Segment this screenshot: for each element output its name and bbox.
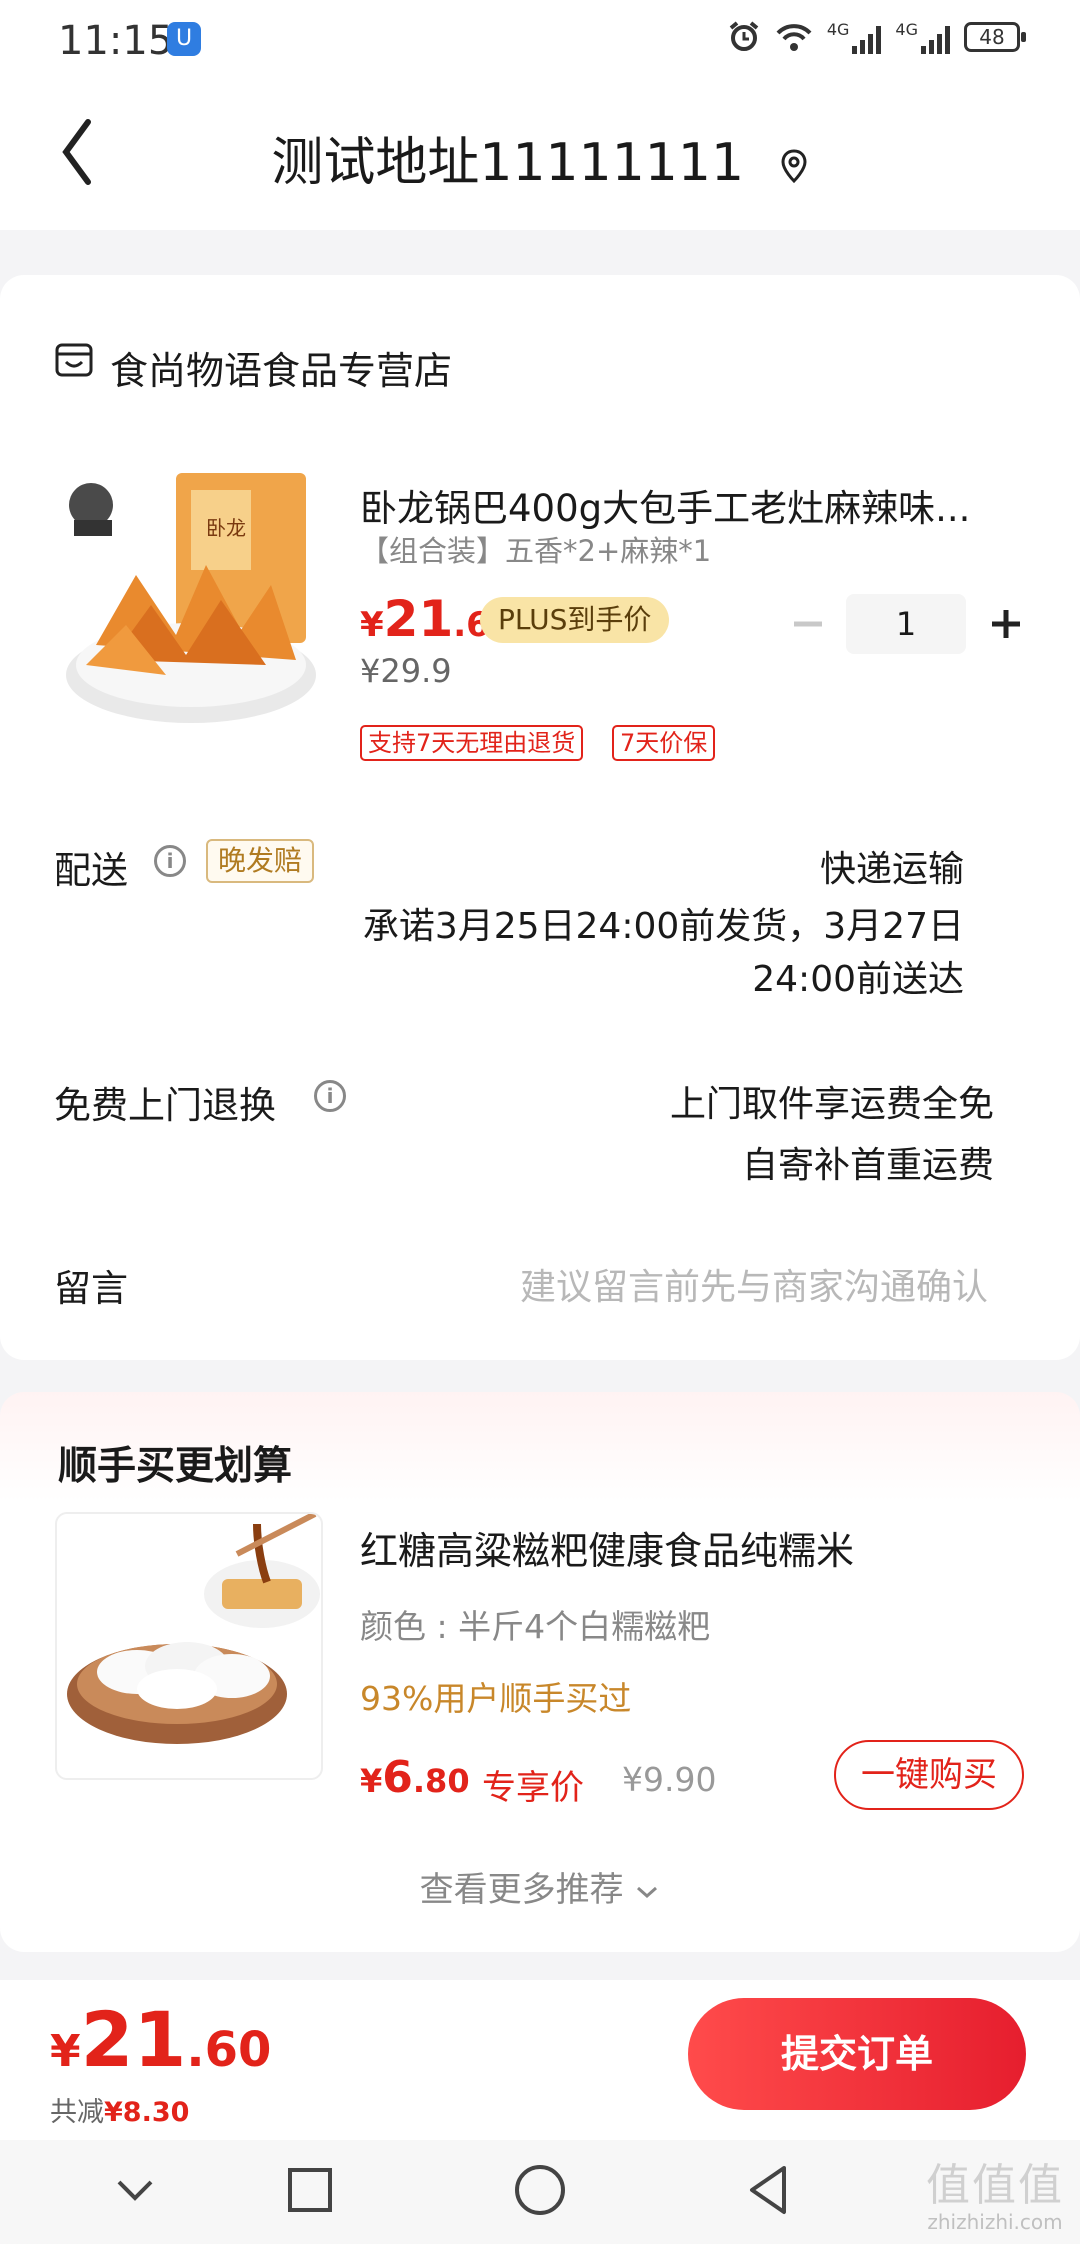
order-card xyxy=(0,275,1080,1360)
product-title[interactable]: 卧龙锅巴400g大包手工老灶麻辣味... xyxy=(360,478,970,532)
status-icons: 4G 4G 48 xyxy=(727,20,1026,54)
recommend-item-spec[interactable]: 颜色 : 半斤4个白糯糍粑 xyxy=(360,1600,710,1648)
recommend-section-title: 顺手买更划算 xyxy=(58,1444,293,1489)
signal-icon-2: 4G xyxy=(895,20,950,54)
total-discount[interactable]: 共减¥8.30 xyxy=(50,2090,189,2129)
delivery-method[interactable]: 快递运输 xyxy=(820,840,964,892)
exclusive-price-label: 专享价 xyxy=(482,1768,584,1808)
nav-hide-button[interactable] xyxy=(105,2160,165,2220)
product-image[interactable]: 卧龙 xyxy=(56,465,326,745)
watermark-site: zhizhizhi.com xyxy=(927,2210,1063,2234)
recommend-item-image[interactable] xyxy=(55,1512,323,1780)
watermark: 值值值 zhizhizhi.com xyxy=(920,2160,1070,2235)
address-header[interactable]: 测试地址11111111 xyxy=(0,120,1080,195)
delivery-promise-line2: 24:00前送达 xyxy=(752,959,964,1000)
plus-price-tag: PLUS到手价 xyxy=(480,597,670,643)
recommend-original-price: ¥9.90 xyxy=(622,1760,717,1799)
nav-home-button[interactable] xyxy=(510,2160,570,2220)
nav-back-button[interactable] xyxy=(740,2160,800,2220)
late-ship-compensation-tag: 晚发赔 xyxy=(206,839,315,883)
alarm-icon xyxy=(729,21,759,51)
product-spec[interactable]: 【组合装】五香*2+麻辣*1 xyxy=(360,528,711,570)
delivery-promise-line1: 承诺3月25日24:00前发货，3月27日 xyxy=(362,906,964,947)
free-return-line1: 上门取件享运费全免 xyxy=(669,1084,994,1125)
watermark-logo: 值值值 xyxy=(926,2160,1064,2211)
more-recommendations-link[interactable]: 查看更多推荐 xyxy=(0,1862,1080,1911)
quantity-field[interactable]: 1 xyxy=(846,594,966,654)
decrease-quantity-button[interactable] xyxy=(790,604,826,644)
delivery-info-icon[interactable]: i xyxy=(154,845,186,877)
remark-input[interactable]: 建议留言前先与商家沟通确认 xyxy=(520,1258,988,1310)
free-return-info-icon[interactable]: i xyxy=(314,1080,346,1112)
battery-icon: 48 xyxy=(964,22,1026,52)
free-return-line2: 自寄补首重运费 xyxy=(741,1145,994,1186)
product-price: ¥21.6 xyxy=(360,590,490,648)
recommend-price: ¥6.80 xyxy=(360,1752,470,1803)
chevron-down-icon xyxy=(637,1886,658,1898)
remark-label: 留言 xyxy=(54,1267,128,1310)
price-protect-tag: 7天价保 xyxy=(612,725,716,761)
return-policy-tag: 支持7天无理由退货 xyxy=(360,725,584,761)
submit-order-button[interactable]: 提交订单 xyxy=(688,1998,1026,2110)
store-name[interactable]: 食尚物语食品专营店 xyxy=(110,340,452,395)
product-original-price: ¥29.9 xyxy=(360,652,452,690)
location-pin-icon xyxy=(781,149,807,184)
svg-text:卧龙: 卧龙 xyxy=(206,516,246,540)
status-time: 11:15 xyxy=(58,18,174,64)
address-text: 测试地址11111111 xyxy=(271,133,745,193)
more-recommendations-label: 查看更多推荐 xyxy=(419,1870,624,1910)
recommend-buyers-rate: 93%用户顺手买过 xyxy=(360,1679,632,1718)
increase-quantity-button[interactable] xyxy=(988,604,1024,644)
delivery-label: 配送 xyxy=(54,849,128,892)
free-return-label: 免费上门退换 xyxy=(54,1084,276,1127)
wifi-icon xyxy=(776,24,812,51)
store-icon xyxy=(55,343,93,377)
app-notification-icon: U xyxy=(167,22,201,56)
signal-icon-1: 4G xyxy=(827,20,882,54)
one-click-buy-button[interactable]: 一键购买 xyxy=(834,1740,1024,1810)
total-price: ¥21.60 xyxy=(50,1995,272,2084)
nav-recents-button[interactable] xyxy=(280,2160,340,2220)
recommend-item-title[interactable]: 红糖高粱糍粑健康食品纯糯米 xyxy=(360,1520,854,1575)
